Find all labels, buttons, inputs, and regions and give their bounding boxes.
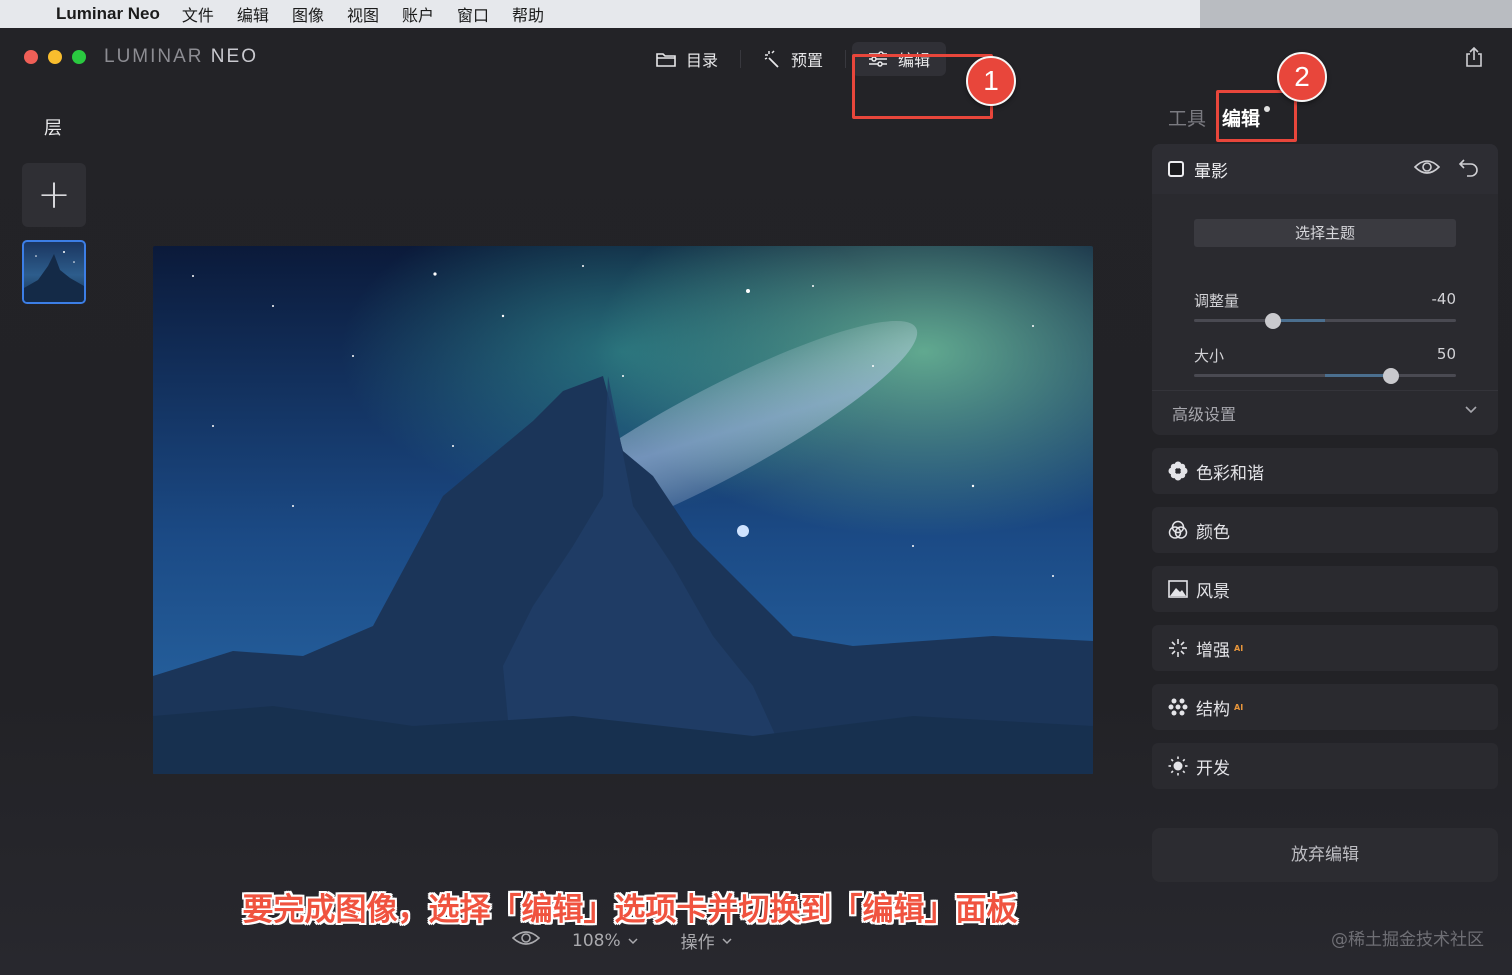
logo-text-neo: NEO [210, 46, 258, 67]
menu-app-name[interactable]: Luminar Neo [56, 4, 160, 24]
menu-help[interactable]: 帮助 [512, 2, 544, 26]
undo-icon [1458, 159, 1478, 177]
menu-edit[interactable]: 编辑 [237, 2, 269, 26]
folder-icon [656, 53, 676, 67]
layers-title: 层 [44, 118, 62, 139]
eye-icon [1413, 160, 1441, 174]
tool-color-harmony[interactable]: 色彩和谐 [1152, 448, 1498, 494]
size-slider-track[interactable] [1194, 368, 1456, 384]
app-window: LUMINAR NEO 目录 预置 编辑 1 层 + 工具 编辑 2 暈影 选择… [0, 28, 1512, 975]
zoom-window-button[interactable] [72, 50, 86, 64]
magic-wand-icon [764, 50, 779, 68]
amount-value[interactable]: -40 [1432, 290, 1457, 308]
vignette-title: 暈影 [1194, 161, 1228, 182]
catalog-label: 目录 [686, 51, 719, 70]
vignette-square-icon [1168, 161, 1184, 177]
tool-label: 色彩和谐 [1196, 463, 1264, 484]
layer-thumbnail-image [24, 251, 84, 302]
menubar-right-area [1200, 0, 1512, 28]
mac-menubar: Luminar Neo 文件 编辑 图像 视图 账户 窗口 帮助 [0, 0, 1200, 28]
main-photo-canvas[interactable] [153, 246, 1093, 774]
menu-view[interactable]: 视图 [347, 2, 379, 26]
landscape-icon [1168, 579, 1188, 599]
zoom-dropdown[interactable]: 108% [572, 931, 639, 951]
tool-structure-ai[interactable]: 结构 AI [1152, 684, 1498, 730]
menu-file[interactable]: 文件 [182, 2, 214, 26]
tool-label: 开发 [1196, 758, 1230, 779]
reset-button[interactable] [1458, 157, 1480, 181]
choose-subject-button[interactable]: 选择主题 [1194, 219, 1456, 247]
vignette-header[interactable]: 暈影 [1152, 144, 1498, 194]
share-icon [1466, 46, 1482, 67]
compare-view-button[interactable] [511, 929, 541, 952]
ai-badge: AI [1234, 643, 1244, 653]
size-value[interactable]: 50 [1437, 345, 1456, 363]
tool-label: 结构 [1196, 699, 1230, 720]
eye-icon [511, 931, 541, 945]
plus-icon: + [37, 172, 71, 218]
tool-color[interactable]: 颜色 [1152, 507, 1498, 553]
size-slider-fill [1325, 374, 1391, 377]
tab-tools[interactable]: 工具 [1168, 104, 1206, 131]
share-button[interactable] [1464, 46, 1484, 72]
ai-badge: AI [1234, 702, 1244, 712]
size-slider-handle[interactable] [1382, 368, 1399, 384]
tool-label: 颜色 [1196, 522, 1230, 543]
color-circles-icon [1168, 520, 1188, 540]
annotation-badge-1: 1 [966, 56, 1016, 106]
window-controls [24, 50, 86, 64]
amount-slider-track[interactable] [1194, 313, 1456, 329]
add-layer-button[interactable]: + [22, 163, 86, 227]
tool-label: 风景 [1196, 581, 1230, 602]
sun-icon [1168, 756, 1188, 776]
sparkle-icon [1168, 638, 1188, 658]
tool-develop[interactable]: 开发 [1152, 743, 1498, 789]
nav-separator [845, 50, 847, 68]
catalog-tab-button[interactable]: 目录 [640, 42, 734, 76]
annotation-badge-2: 2 [1277, 52, 1327, 102]
bottom-toolbar: 108% 操作 [511, 928, 733, 953]
layer-thumbnail[interactable] [22, 240, 86, 304]
advanced-settings-toggle[interactable]: 高级设置 [1152, 390, 1498, 435]
amount-label: 调整量 [1194, 292, 1240, 310]
chevron-down-icon [1465, 406, 1477, 414]
presets-label: 预置 [791, 51, 824, 70]
visibility-toggle[interactable] [1413, 157, 1441, 181]
size-label: 大小 [1194, 347, 1225, 365]
structure-dots-icon [1168, 697, 1188, 717]
night-sky-mountain-image [153, 246, 1093, 774]
flower-icon [1168, 461, 1188, 481]
chevron-down-icon [722, 937, 732, 944]
tool-landscape[interactable]: 风景 [1152, 566, 1498, 612]
logo-text-luminar: LUMINAR [104, 46, 204, 67]
close-window-button[interactable] [24, 50, 38, 64]
menu-image[interactable]: 图像 [292, 2, 324, 26]
amount-slider-handle[interactable] [1264, 313, 1281, 329]
actions-label: 操作 [680, 933, 715, 953]
nav-separator [740, 50, 742, 68]
advanced-settings-label: 高级设置 [1172, 405, 1237, 424]
tool-label: 增强 [1196, 640, 1230, 661]
presets-tab-button[interactable]: 预置 [747, 42, 839, 76]
chevron-down-icon [628, 937, 638, 944]
annotation-highlight-2 [1216, 90, 1297, 142]
minimize-window-button[interactable] [48, 50, 62, 64]
watermark-text: @稀土掘金技术社区 [1331, 930, 1484, 950]
vignette-tool-panel: 暈影 选择主题 调整量 -40 大小 50 高级设置 [1152, 144, 1498, 435]
menu-window[interactable]: 窗口 [457, 2, 489, 26]
zoom-value: 108% [572, 930, 621, 951]
menu-account[interactable]: 账户 [402, 2, 434, 26]
tool-enhance-ai[interactable]: 增强 AI [1152, 625, 1498, 671]
app-logo: LUMINAR NEO [104, 46, 258, 68]
actions-dropdown[interactable]: 操作 [681, 928, 733, 953]
discard-edits-button[interactable]: 放弃编辑 [1152, 828, 1498, 882]
tutorial-caption: 要完成图像，选择「编辑」选项卡并切换到「编辑」面板 [242, 892, 1018, 928]
